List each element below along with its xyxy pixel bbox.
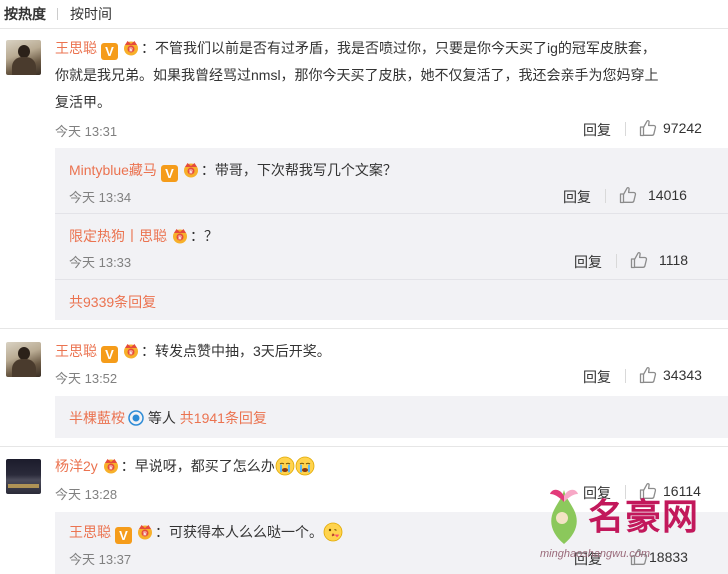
sort-by-hot[interactable]: 按热度 bbox=[4, 4, 46, 24]
comment-text: 王思聪 V ：不管我们以前是否有过矛盾，我是否喷过你，只要是你今天买了ig的冠军皮肤… bbox=[55, 38, 656, 60]
like-count: 1118 bbox=[659, 252, 689, 268]
watermark-url: minghaoshangwu.com bbox=[540, 548, 651, 560]
action-separator bbox=[625, 369, 626, 383]
crown-badge-icon bbox=[121, 39, 141, 56]
crown-badge-icon bbox=[181, 161, 201, 178]
blue-badge-icon bbox=[128, 410, 144, 426]
sub-comment-username[interactable]: 限定热狗丨思聪 bbox=[69, 228, 167, 244]
v-verified-icon: V bbox=[101, 346, 118, 363]
sort-by-time[interactable]: 按时间 bbox=[70, 4, 112, 24]
more-replies-link[interactable]: 共1941条回复 bbox=[180, 410, 267, 426]
divider bbox=[0, 28, 728, 29]
watermark-text: 名豪网 bbox=[588, 497, 700, 538]
sort-separator bbox=[57, 8, 58, 20]
reply-button[interactable]: 回复 bbox=[563, 187, 591, 207]
comment-time: 今天 13:31 bbox=[55, 124, 118, 139]
like-count: 34343 bbox=[663, 367, 702, 383]
sort-bar: 按热度 按时间 bbox=[0, 0, 728, 28]
action-separator bbox=[605, 189, 606, 203]
sub-comment-username[interactable]: 半棵藍桉 bbox=[69, 410, 125, 426]
like-count: 14016 bbox=[648, 187, 687, 203]
thumbs-up-icon[interactable] bbox=[630, 251, 648, 269]
comment-body: ：转发点赞中抽，3天后开奖。 bbox=[141, 343, 331, 359]
avatar[interactable] bbox=[6, 40, 41, 75]
comment-body-line3: 复活甲。 bbox=[55, 94, 111, 110]
comment-body-line2: 你就是我兄弟。如果我曾经骂过nmsl，那你今天买了皮肤，她不仅复活了，我还会亲手… bbox=[55, 67, 659, 83]
divider bbox=[0, 328, 728, 329]
v-verified-icon: V bbox=[115, 527, 132, 544]
action-separator bbox=[625, 122, 626, 136]
divider bbox=[55, 279, 728, 280]
comment-username[interactable]: 王思聪 bbox=[55, 40, 97, 56]
reply-button[interactable]: 回复 bbox=[574, 252, 602, 272]
thumbs-up-icon[interactable] bbox=[639, 366, 657, 384]
crown-badge-icon bbox=[135, 523, 155, 540]
sub-comment-text: 王思聪 V ：可获得本人么么哒一个。 bbox=[69, 522, 343, 544]
comment-username[interactable]: 杨洋2y bbox=[55, 458, 98, 474]
watermark: 名豪网 minghaoshangwu.com bbox=[538, 480, 728, 574]
crown-badge-icon bbox=[170, 227, 190, 244]
divider bbox=[55, 213, 728, 214]
kiss-emoji-icon bbox=[323, 522, 343, 542]
action-separator bbox=[616, 254, 617, 268]
like-count: 97242 bbox=[663, 120, 702, 136]
watermark-logo-icon bbox=[550, 489, 578, 544]
crown-badge-icon bbox=[101, 457, 121, 474]
v-verified-icon: V bbox=[101, 43, 118, 60]
reply-summary-middle: 等人 bbox=[144, 410, 180, 426]
sub-comment-time: 今天 13:37 bbox=[69, 552, 132, 567]
comment-body: ：早说呀，都买了怎么办 bbox=[120, 458, 275, 474]
crying-emoji-icon bbox=[295, 456, 315, 476]
sub-comment-body: ：？ bbox=[190, 228, 218, 244]
sub-comment-text: 限定热狗丨思聪 ：？ bbox=[69, 226, 218, 246]
comment-username[interactable]: 王思聪 bbox=[55, 343, 97, 359]
sub-comment-time: 今天 13:33 bbox=[69, 255, 132, 270]
thumbs-up-icon[interactable] bbox=[639, 119, 657, 137]
reply-summary: 半棵藍桉 等人 共1941条回复 bbox=[69, 408, 267, 428]
comment-text: 杨洋2y ：早说呀，都买了怎么办 bbox=[55, 456, 315, 476]
v-verified-icon: V bbox=[160, 165, 178, 182]
sub-comment-text: Mintyblue藏马 V ：带哥，下次帮我写几个文案？ bbox=[69, 160, 397, 182]
comment-time: 今天 13:52 bbox=[55, 371, 118, 386]
comment-text: 王思聪 V ：转发点赞中抽，3天后开奖。 bbox=[55, 341, 331, 363]
sub-comment-username[interactable]: Mintyblue藏马 bbox=[69, 162, 157, 178]
more-replies-link[interactable]: 共9339条回复 bbox=[69, 292, 156, 312]
divider bbox=[0, 446, 728, 447]
reply-button[interactable]: 回复 bbox=[583, 367, 611, 387]
avatar[interactable] bbox=[6, 459, 41, 494]
avatar[interactable] bbox=[6, 342, 41, 377]
thumbs-up-icon[interactable] bbox=[619, 186, 637, 204]
crown-badge-icon bbox=[121, 342, 141, 359]
comment-time: 今天 13:28 bbox=[55, 487, 118, 502]
reply-button[interactable]: 回复 bbox=[583, 120, 611, 140]
crying-emoji-icon bbox=[275, 456, 295, 476]
sub-comment-time: 今天 13:34 bbox=[69, 190, 132, 205]
sub-comment-username[interactable]: 王思聪 bbox=[69, 524, 111, 540]
comment-body: ：不管我们以前是否有过矛盾，我是否喷过你，只要是你今天买了ig的冠军皮肤套， bbox=[141, 40, 656, 56]
sub-comment-body: ：可获得本人么么哒一个。 bbox=[155, 524, 323, 540]
sub-comment-body: ：带哥，下次帮我写几个文案？ bbox=[200, 162, 397, 178]
